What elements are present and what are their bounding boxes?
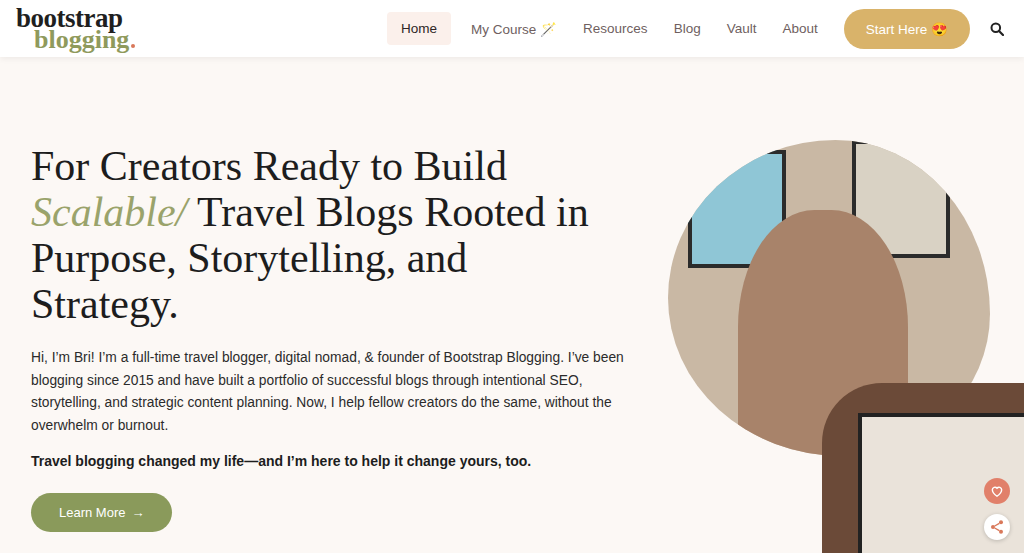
heart-button[interactable] — [984, 478, 1010, 504]
heart-icon — [990, 484, 1004, 498]
learn-more-button[interactable]: Learn More → — [31, 493, 172, 532]
hero-intro: Hi, I’m Bri! I’m a full-time travel blog… — [31, 347, 639, 437]
hero-text: For Creators Ready to BuildScalable/ Tra… — [0, 57, 640, 553]
nav-item[interactable]: Home — [387, 12, 451, 45]
logo-dot — [131, 44, 135, 48]
nav-item[interactable]: My Course 🪄 — [465, 12, 563, 46]
arrow-icon: → — [131, 505, 144, 520]
logo-top: bootstrap — [16, 7, 135, 29]
logo[interactable]: bootstrapblogging — [16, 7, 135, 50]
page: bootstrapblogging Home My Course 🪄 Resource… — [0, 0, 1024, 553]
search-icon[interactable] — [990, 22, 1004, 36]
main-nav: Home My Course 🪄 Resources Blog Vault About St… — [387, 9, 1008, 49]
start-here-button[interactable]: Start Here 😍 — [844, 9, 970, 49]
title-accent: Scalable/ — [31, 189, 187, 235]
site-header: bootstrapblogging Home My Course 🪄 Resource… — [0, 0, 1024, 57]
share-icon — [989, 519, 1005, 535]
logo-bottom: blogging — [34, 29, 135, 50]
hero-title: For Creators Ready to BuildScalable/ Tra… — [31, 143, 640, 327]
hero-media — [640, 57, 1024, 553]
nav-item[interactable]: Resources — [577, 12, 654, 45]
nav-item[interactable]: Vault — [721, 12, 763, 45]
nav-item[interactable]: About — [776, 12, 823, 45]
share-button[interactable] — [984, 514, 1010, 540]
hero-tagline: Travel blogging changed my life—and I’m … — [31, 453, 640, 469]
hero: For Creators Ready to BuildScalable/ Tra… — [0, 57, 1024, 553]
nav-item[interactable]: Blog — [668, 12, 707, 45]
